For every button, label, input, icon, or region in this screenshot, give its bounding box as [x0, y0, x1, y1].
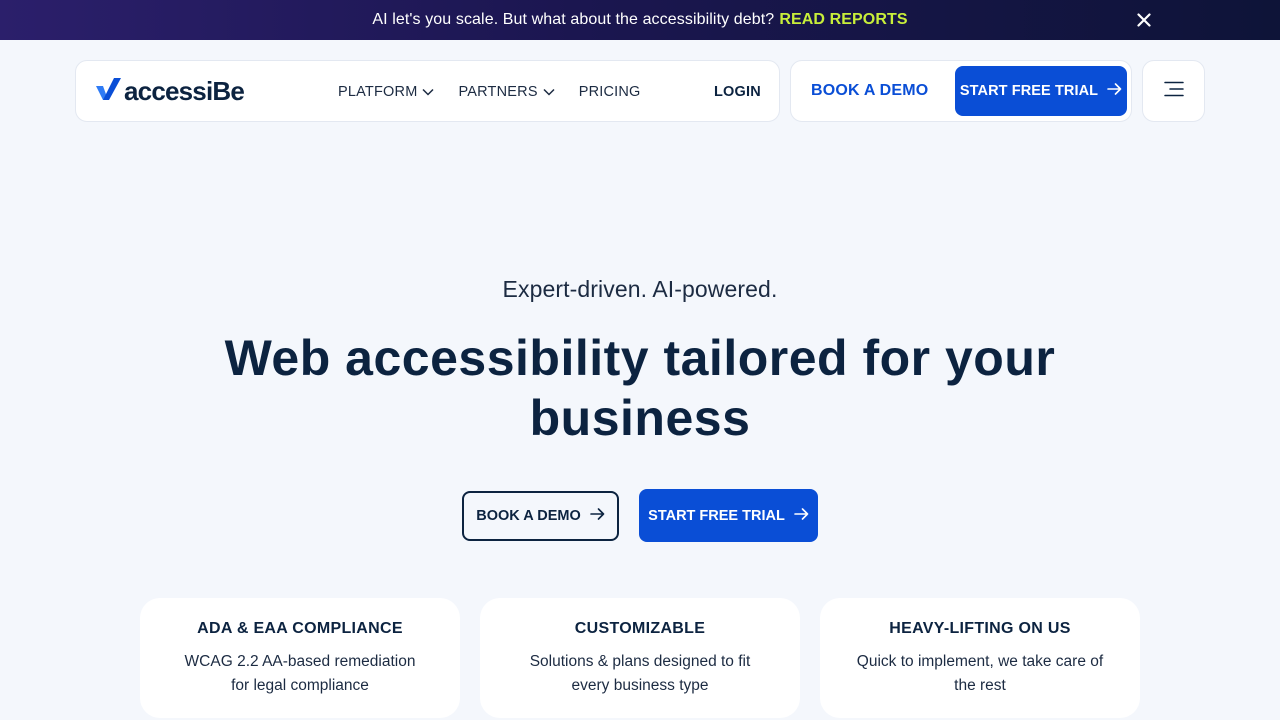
hero-book-demo-button[interactable]: BOOK A DEMO — [462, 491, 619, 541]
hamburger-menu-button[interactable] — [1142, 60, 1205, 122]
nav-item-pricing[interactable]: PRICING — [579, 84, 641, 100]
read-reports-link[interactable]: READ REPORTS — [779, 11, 907, 29]
feature-card-heavy-lifting: HEAVY-LIFTING ON US Quick to implement, … — [820, 598, 1140, 718]
chevron-down-icon — [417, 84, 435, 100]
main-navigation: accessiBe PLATFORM PARTNERS PRICING LOGI… — [75, 60, 780, 122]
feature-description: Solutions & plans designed to fit every … — [529, 653, 751, 694]
button-label: BOOK A DEMO — [476, 508, 581, 524]
hero-start-trial-button[interactable]: START FREE TRIAL — [639, 489, 818, 542]
header-cta-group: BOOK A DEMO START FREE TRIAL — [790, 60, 1132, 122]
login-link[interactable]: LOGIN — [714, 61, 761, 123]
announcement-message: AI let's you scale. But what about the a… — [372, 11, 775, 28]
nav-item-partners[interactable]: PARTNERS — [458, 84, 555, 100]
nav-menu: PLATFORM PARTNERS PRICING — [338, 61, 665, 123]
nav-item-label: PLATFORM — [338, 84, 418, 100]
logo-text: accessiBe — [124, 75, 245, 106]
feature-title: HEAVY-LIFTING ON US — [889, 620, 1071, 637]
checkmark-logo-icon — [96, 77, 122, 106]
close-icon[interactable] — [1134, 10, 1154, 30]
feature-description: Quick to implement, we take care of the … — [856, 653, 1104, 694]
feature-title: CUSTOMIZABLE — [574, 620, 706, 637]
nav-item-label: PRICING — [578, 84, 641, 100]
logo[interactable]: accessiBe — [96, 75, 245, 106]
nav-item-platform[interactable]: PLATFORM — [338, 84, 435, 100]
hamburger-menu-icon — [1163, 81, 1184, 102]
feature-card-compliance: ADA & EAA COMPLIANCE WCAG 2.2 AA-based r… — [140, 598, 460, 718]
arrow-right-icon — [785, 507, 809, 524]
chevron-down-icon — [538, 84, 555, 100]
arrow-right-icon — [1098, 83, 1122, 99]
announcement-bar: AI let's you scale. But what about the a… — [0, 0, 1280, 40]
button-label: START FREE TRIAL — [959, 83, 1099, 99]
header-start-trial-button[interactable]: START FREE TRIAL — [955, 66, 1127, 116]
nav-item-label: PARTNERS — [458, 84, 538, 100]
hero-eyebrow: Expert-driven. AI-powered. — [502, 276, 778, 302]
feature-title: ADA & EAA COMPLIANCE — [197, 620, 403, 637]
button-label: START FREE TRIAL — [648, 507, 785, 524]
feature-description: WCAG 2.2 AA-based remediation for legal … — [184, 653, 416, 694]
feature-card-customizable: CUSTOMIZABLE Solutions & plans designed … — [480, 598, 800, 718]
hero-headline: Web accessibility tailored for your busi… — [224, 330, 1056, 446]
header-book-demo-link[interactable]: BOOK A DEMO — [811, 61, 928, 121]
arrow-right-icon — [581, 508, 605, 524]
